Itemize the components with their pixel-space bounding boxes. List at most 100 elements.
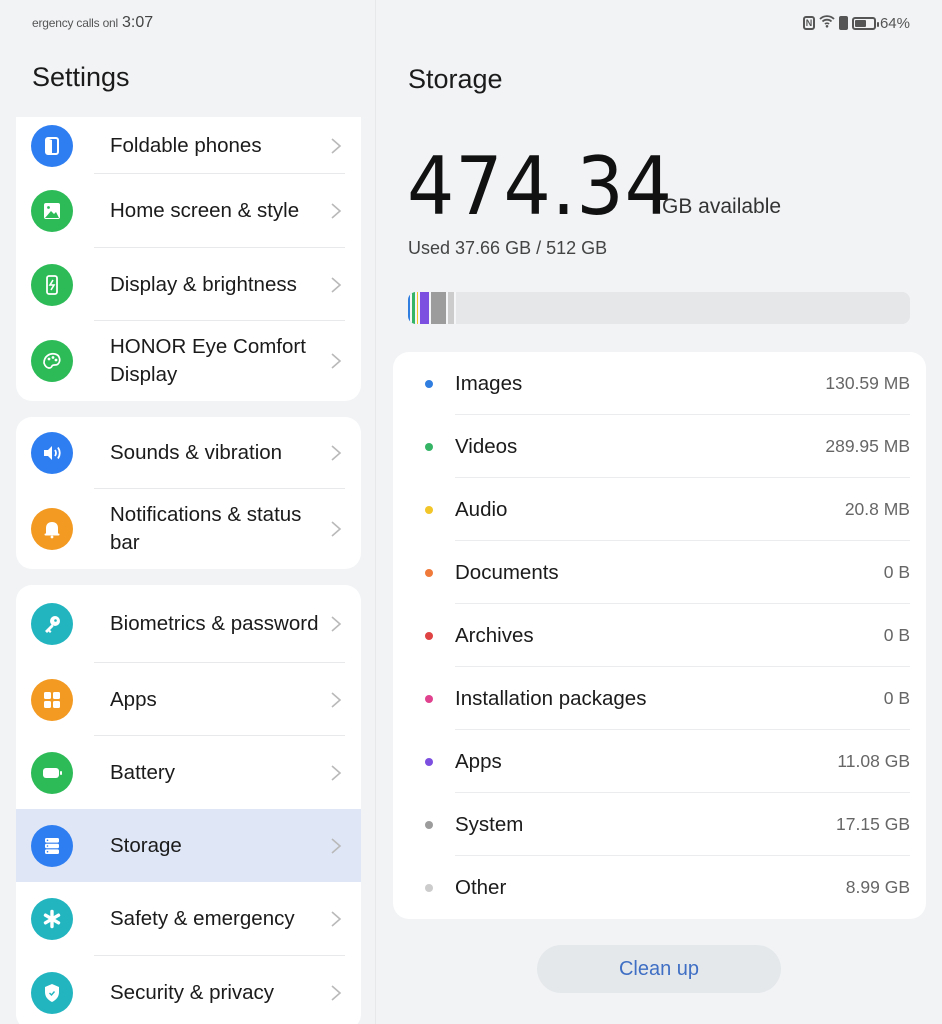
settings-title: Settings (32, 62, 130, 92)
wifi-icon (819, 14, 835, 32)
settings-item-label: Sounds & vibration (110, 441, 283, 464)
settings-item-label: Security & privacy (110, 981, 275, 1004)
storage-category-apps[interactable]: Apps 11.08 GB (409, 730, 910, 793)
storage-title: Storage (408, 64, 503, 94)
storage-category-archives[interactable]: Archives 0 B (409, 604, 910, 667)
settings-item-label: Biometrics & password (110, 612, 319, 635)
sim-icon (838, 16, 848, 30)
settings-item-battery[interactable]: Battery (16, 736, 361, 809)
chevron-right-icon (329, 351, 343, 371)
storage-usage-bar (408, 292, 910, 324)
battery-icon (31, 751, 73, 794)
settings-item-label: HONOR Eye Comfort Display (110, 335, 306, 386)
usage-bar-segment-other (447, 292, 457, 324)
category-size: 0 B (883, 688, 910, 708)
settings-item-label: Foldable phones (110, 133, 262, 157)
chevron-right-icon (329, 763, 343, 783)
settings-item-foldable-phones[interactable]: Foldable phones (16, 117, 361, 174)
settings-item-sounds-and-vibration[interactable]: Sounds & vibration (16, 417, 361, 489)
storage-category-installation-packages[interactable]: Installation packages 0 B (409, 667, 910, 730)
chevron-right-icon (329, 201, 343, 221)
battery-level-fill (854, 19, 867, 27)
category-color-dot (425, 568, 433, 577)
category-name: Archives (455, 623, 534, 647)
settings-item-label: Apps (110, 687, 157, 711)
settings-group: Sounds & vibration Notifications & status… (16, 417, 361, 569)
settings-item-biometrics-and-password[interactable]: Biometrics & password (16, 585, 361, 663)
settings-item-notifications-and-status-bar[interactable]: Notifications & status bar (16, 489, 361, 569)
category-size: 0 B (883, 625, 910, 645)
chevron-right-icon (329, 909, 343, 929)
category-size: 130.59 MB (825, 373, 910, 393)
storage-category-system[interactable]: System 17.15 GB (409, 793, 910, 856)
image-icon (31, 190, 73, 232)
settings-item-label: Display & brightness (110, 272, 297, 296)
used-summary: Used 37.66 GB / 512 GB (408, 238, 608, 258)
shield-icon (31, 972, 73, 1014)
storage-category-other[interactable]: Other 8.99 GB (409, 856, 910, 919)
settings-item-label: Safety & emergency (110, 907, 295, 930)
storage-icon (31, 824, 73, 867)
storage-category-images[interactable]: Images 130.59 MB (409, 352, 910, 415)
settings-item-security-and-privacy[interactable]: Security & privacy (16, 956, 361, 1024)
settings-item-home-screen-and-style[interactable]: Home screen & style (16, 174, 361, 248)
settings-list[interactable]: Foldable phones Home screen & style Displa… (16, 117, 361, 1024)
category-name: Audio (455, 497, 508, 521)
storage-category-documents[interactable]: Documents 0 B (409, 541, 910, 604)
category-name: Other (455, 875, 507, 899)
category-size: 11.08 GB (837, 751, 910, 771)
chevron-right-icon (329, 983, 343, 1003)
chevron-right-icon (329, 136, 343, 156)
settings-item-safety-and-emergency[interactable]: Safety & emergency (16, 882, 361, 956)
category-name: Images (455, 371, 523, 395)
eye-comfort-icon (31, 340, 73, 382)
category-size: 20.8 MB (844, 499, 910, 519)
category-color-dot (425, 379, 433, 388)
category-color-dot (425, 505, 433, 514)
status-bar-left: ergency calls onl 3:07 (32, 14, 153, 32)
usage-bar-segment-apps (420, 292, 432, 324)
clean-up-button[interactable]: Clean up (537, 945, 781, 993)
carrier-text: ergency calls onl (32, 16, 118, 30)
category-color-dot (425, 820, 433, 829)
settings-item-label: Notifications & status bar (110, 503, 302, 554)
category-color-dot (425, 883, 433, 892)
settings-item-label: Home screen & style (110, 199, 300, 222)
settings-item-apps[interactable]: Apps (16, 663, 361, 736)
nfc-icon: N (802, 16, 815, 30)
display-brightness-icon (31, 263, 73, 306)
asterisk-icon (31, 898, 73, 940)
settings-group: Foldable phones Home screen & style Displa… (16, 117, 361, 401)
chevron-right-icon (329, 690, 343, 710)
storage-category-videos[interactable]: Videos 289.95 MB (409, 415, 910, 478)
storage-categories-card: Images 130.59 MB Videos 289.95 MB Audio 20.8 … (393, 352, 926, 919)
battery-percent: 64% (879, 14, 910, 32)
battery-icon (851, 16, 879, 30)
chevron-right-icon (329, 836, 343, 856)
settings-group: Biometrics & password Apps Battery Storage S… (16, 585, 361, 1024)
category-size: 289.95 MB (825, 436, 910, 456)
chevron-right-icon (329, 519, 343, 539)
chevron-right-icon (329, 443, 343, 463)
storage-category-audio[interactable]: Audio 20.8 MB (409, 478, 910, 541)
apps-grid-icon (31, 678, 73, 721)
category-size: 17.15 GB (836, 814, 910, 834)
category-size: 0 B (883, 562, 910, 582)
category-name: Videos (455, 434, 518, 458)
category-name: Documents (455, 560, 559, 584)
category-color-dot (425, 631, 433, 640)
key-icon (31, 603, 73, 645)
settings-item-honor-eye-comfort-display[interactable]: HONOR Eye Comfort Display (16, 321, 361, 401)
category-color-dot (425, 757, 433, 766)
bell-icon (31, 508, 73, 550)
category-size: 8.99 GB (845, 877, 910, 897)
settings-item-display-and-brightness[interactable]: Display & brightness (16, 248, 361, 321)
settings-item-storage[interactable]: Storage (16, 809, 361, 882)
category-name: System (455, 812, 524, 836)
category-name: Installation packages (455, 686, 647, 710)
available-unit: GB available (662, 195, 782, 218)
category-color-dot (425, 694, 433, 703)
settings-panel: ergency calls onl 3:07 Settings Foldable… (0, 0, 376, 1024)
speaker-icon (31, 432, 73, 474)
foldable-phone-icon (31, 124, 73, 167)
